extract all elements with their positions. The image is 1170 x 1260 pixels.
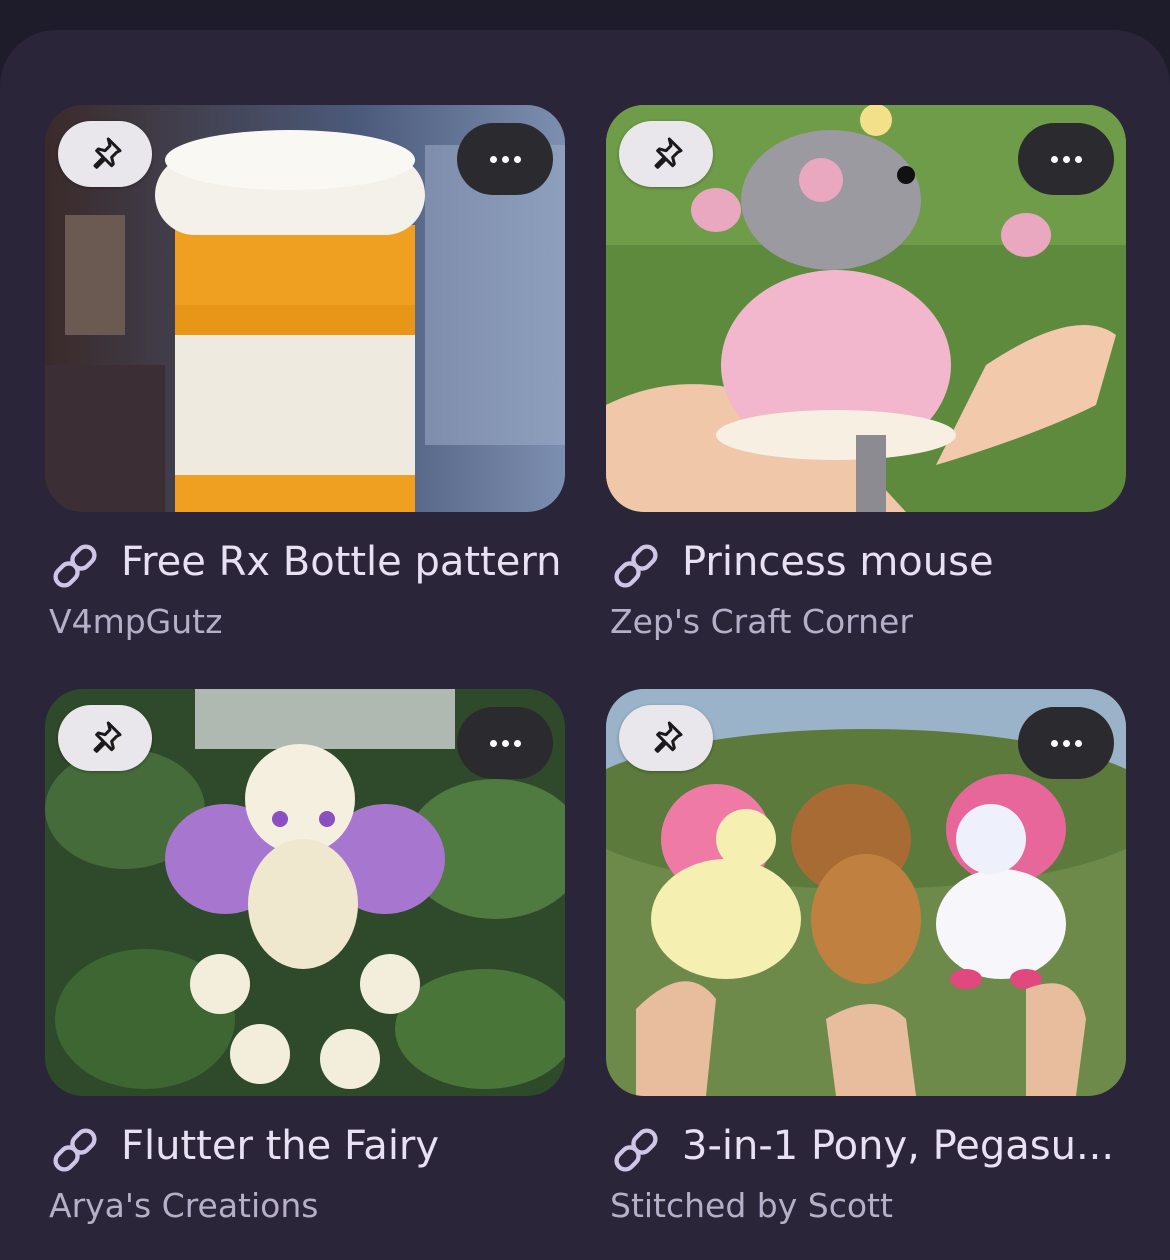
pin-author[interactable]: V4mpGutz <box>49 602 222 642</box>
pin-title[interactable]: Princess mouse <box>682 536 1132 588</box>
pin-icon <box>654 721 683 753</box>
pin-icon <box>93 137 122 169</box>
pin-card[interactable]: 3-in-1 Pony, Pegasu... Stitched by Scott <box>606 689 1126 1226</box>
link-icon <box>614 1128 658 1172</box>
pin-title[interactable]: 3-in-1 Pony, Pegasu... <box>682 1120 1132 1172</box>
pin-icon <box>93 721 122 753</box>
more-options-button[interactable] <box>1018 123 1114 195</box>
pin-icon <box>654 137 683 169</box>
pin-image[interactable] <box>606 105 1126 512</box>
link-icon <box>614 544 658 588</box>
pin-author[interactable]: Arya's Creations <box>49 1186 318 1226</box>
more-horizontal-icon <box>1050 739 1082 747</box>
more-horizontal-icon <box>489 155 521 163</box>
pin-author[interactable]: Zep's Craft Corner <box>610 602 913 642</box>
more-options-button[interactable] <box>457 707 553 779</box>
pin-card[interactable]: Princess mouse Zep's Craft Corner <box>606 105 1126 642</box>
more-horizontal-icon <box>1050 155 1082 163</box>
more-options-button[interactable] <box>1018 707 1114 779</box>
pin-button[interactable] <box>58 121 152 187</box>
pin-author[interactable]: Stitched by Scott <box>610 1186 893 1226</box>
pin-image[interactable] <box>45 689 565 1096</box>
pin-title[interactable]: Flutter the Fairy <box>121 1120 571 1172</box>
more-horizontal-icon <box>489 739 521 747</box>
more-options-button[interactable] <box>457 123 553 195</box>
pin-image[interactable] <box>45 105 565 512</box>
pin-image[interactable] <box>606 689 1126 1096</box>
pin-title[interactable]: Free Rx Bottle pattern <box>121 536 571 588</box>
pin-card[interactable]: Free Rx Bottle pattern V4mpGutz <box>45 105 565 642</box>
pin-button[interactable] <box>58 705 152 771</box>
pin-button[interactable] <box>619 121 713 187</box>
link-icon <box>53 544 97 588</box>
link-icon <box>53 1128 97 1172</box>
pin-card[interactable]: Flutter the Fairy Arya's Creations <box>45 689 565 1226</box>
pin-grid-panel: Free Rx Bottle pattern V4mpGutz Princess… <box>0 30 1170 1260</box>
pin-button[interactable] <box>619 705 713 771</box>
